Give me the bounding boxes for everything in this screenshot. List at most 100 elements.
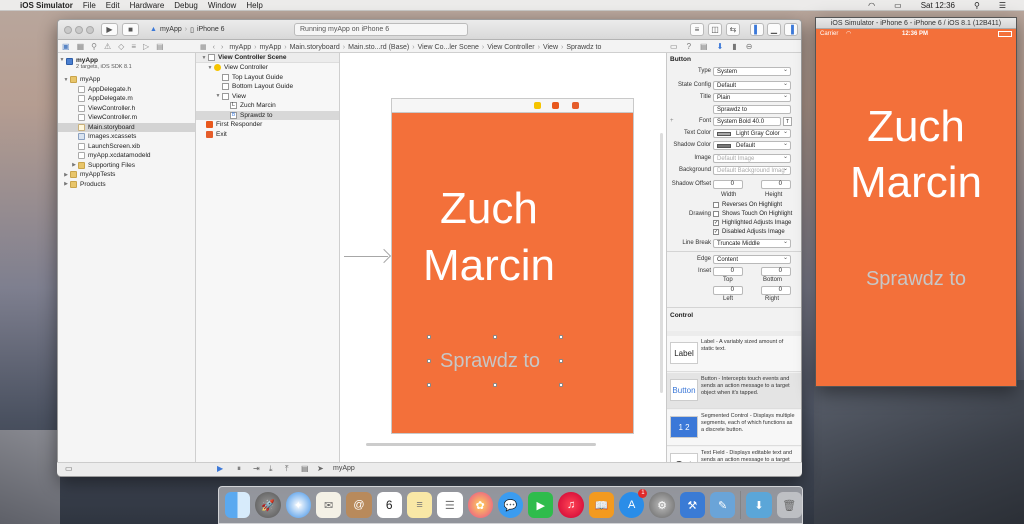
- resize-handle[interactable]: [493, 383, 497, 387]
- outline-bottom-guide[interactable]: Bottom Layout Guide: [196, 82, 339, 92]
- reminders-icon[interactable]: ☰: [437, 492, 463, 518]
- debug-toggle-icon[interactable]: ▁: [767, 23, 781, 36]
- type-select[interactable]: System: [713, 67, 791, 76]
- mail-icon[interactable]: ✉: [315, 492, 342, 518]
- run-button[interactable]: ▶: [101, 23, 118, 36]
- breadcrumb-item[interactable]: View Co...ler Scene: [418, 44, 479, 51]
- inset-right-field[interactable]: 0: [761, 286, 791, 295]
- outline-first-responder[interactable]: First Responder: [196, 120, 339, 130]
- instruments-icon[interactable]: ✎: [710, 492, 736, 518]
- text-color-select[interactable]: Light Gray Color: [713, 129, 791, 138]
- menu-clock[interactable]: Sat 12:36: [921, 1, 955, 10]
- font-field[interactable]: System Bold 40.0: [713, 117, 781, 126]
- first-responder-dock-icon[interactable]: [552, 102, 559, 109]
- appstore-icon[interactable]: A1: [619, 489, 648, 518]
- debug-navigator-icon[interactable]: ≡: [131, 42, 136, 51]
- wifi-icon[interactable]: ◠: [868, 1, 875, 10]
- navigator-item[interactable]: ▶ Supporting Files: [58, 161, 195, 171]
- image-select[interactable]: Default Image: [713, 154, 791, 163]
- facetime-icon[interactable]: ▶: [528, 492, 554, 518]
- navigator-item[interactable]: myApp.xcdatamodeld: [58, 151, 195, 161]
- font-picker-icon[interactable]: T: [783, 117, 792, 126]
- breadcrumb-item[interactable]: Sprawdz to: [566, 44, 601, 51]
- resize-handle[interactable]: [493, 335, 497, 339]
- menu-app-name[interactable]: iOS Simulator: [20, 1, 73, 10]
- zoom-window-button[interactable]: [86, 26, 94, 34]
- find-navigator-icon[interactable]: ⚲: [91, 42, 97, 51]
- menu-hardware[interactable]: Hardware: [130, 1, 165, 10]
- navigator-item[interactable]: LaunchScreen.xib: [58, 142, 195, 152]
- resize-handle[interactable]: [559, 383, 563, 387]
- shadow-width-field[interactable]: 0: [713, 180, 743, 189]
- view-controller-canvas[interactable]: Zuch Marcin Sprawdz to: [391, 112, 634, 434]
- canvas-button[interactable]: Sprawdz to: [440, 350, 540, 373]
- view-hierarchy-icon[interactable]: ▤: [301, 464, 309, 473]
- resize-handle[interactable]: [559, 335, 563, 339]
- project-navigator-icon[interactable]: ▣: [62, 42, 70, 51]
- title-text-field[interactable]: Sprawdz to: [713, 105, 791, 114]
- finder-icon[interactable]: [225, 492, 251, 518]
- disclosure-triangle-icon[interactable]: ▼: [200, 55, 208, 61]
- project-root[interactable]: ▼ myApp 2 targets, iOS SDK 8.1: [58, 57, 195, 75]
- storyboard-canvas[interactable]: Zuch Marcin Sprawdz to: [340, 53, 666, 465]
- battery-icon[interactable]: ▭: [894, 1, 902, 10]
- reverses-checkbox[interactable]: Reverses On Highlight: [713, 202, 782, 208]
- canvas-label-line2[interactable]: Marcin: [423, 244, 555, 288]
- view-controller-dock-icon[interactable]: [534, 102, 541, 109]
- forward-icon[interactable]: ›: [221, 44, 223, 51]
- breadcrumb-item[interactable]: Main.sto...rd (Base): [348, 44, 409, 51]
- outline-button-item[interactable]: B Sprawdz to: [196, 110, 339, 120]
- title-type-select[interactable]: Plain: [713, 93, 791, 102]
- resize-handle[interactable]: [427, 383, 431, 387]
- menu-edit[interactable]: Edit: [106, 1, 120, 10]
- step-over-icon[interactable]: ⇥: [253, 464, 260, 473]
- resize-handle[interactable]: [427, 359, 431, 363]
- breadcrumb-item[interactable]: myApp: [229, 44, 251, 51]
- scheme-selector[interactable]: ▲ myApp › ▯ iPhone 6: [150, 23, 225, 36]
- breadcrumb-item[interactable]: myApp: [259, 44, 281, 51]
- identity-inspector-icon[interactable]: ▤: [700, 42, 708, 51]
- navigator-item[interactable]: ▶ myAppTests: [58, 170, 195, 180]
- standard-editor-icon[interactable]: ≡: [690, 23, 704, 36]
- xcode-icon[interactable]: ⚒: [679, 492, 705, 518]
- breadcrumb-item[interactable]: Main.storyboard: [290, 44, 340, 51]
- menu-file[interactable]: File: [83, 1, 96, 10]
- step-out-icon[interactable]: ⤒: [285, 464, 289, 474]
- back-icon[interactable]: ‹: [213, 44, 215, 51]
- stop-button[interactable]: ■: [122, 23, 139, 36]
- disabled-adjusts-checkbox[interactable]: ✓ Disabled Adjusts Image: [713, 229, 785, 235]
- disclosure-triangle-icon[interactable]: ▼: [206, 65, 214, 71]
- calendar-icon[interactable]: 6: [376, 492, 402, 518]
- menu-window[interactable]: Window: [208, 1, 236, 10]
- outline-top-guide[interactable]: Top Layout Guide: [196, 73, 339, 83]
- outline-exit[interactable]: Exit: [196, 130, 339, 140]
- size-inspector-icon[interactable]: ▮: [732, 42, 736, 51]
- navigator-item[interactable]: Images.xcassets: [58, 132, 195, 142]
- minimize-window-button[interactable]: [75, 26, 83, 34]
- close-window-button[interactable]: [64, 26, 72, 34]
- quick-help-icon[interactable]: ?: [687, 42, 691, 51]
- navigator-item[interactable]: ▼ myApp: [58, 75, 195, 85]
- utilities-toggle-icon[interactable]: ▐: [784, 23, 798, 36]
- vertical-scrollbar[interactable]: [660, 133, 663, 393]
- downloads-icon[interactable]: ⬇: [746, 492, 772, 518]
- disclosure-triangle-icon[interactable]: ▼: [62, 77, 70, 83]
- menu-debug[interactable]: Debug: [174, 1, 198, 10]
- notes-icon[interactable]: ≡: [406, 492, 433, 518]
- connections-inspector-icon[interactable]: ⊖: [746, 42, 753, 51]
- state-config-select[interactable]: Default: [713, 81, 791, 90]
- outline-view-controller[interactable]: ▼ View Controller: [196, 63, 339, 73]
- shadow-height-field[interactable]: 0: [761, 180, 791, 189]
- breakpoint-navigator-icon[interactable]: ▷: [143, 42, 149, 51]
- navigator-item[interactable]: AppDelegate.m: [58, 94, 195, 104]
- contacts-icon[interactable]: @: [346, 492, 372, 518]
- report-navigator-icon[interactable]: ▤: [156, 42, 164, 51]
- scene-header[interactable]: ▼ View Controller Scene: [196, 53, 339, 63]
- safari-icon[interactable]: ✦: [285, 492, 311, 518]
- navigator-toggle-icon[interactable]: ▌: [750, 23, 764, 36]
- symbol-navigator-icon[interactable]: ▦: [77, 42, 85, 51]
- background-select[interactable]: Default Background Imag: [713, 166, 791, 175]
- notification-center-icon[interactable]: ☰: [999, 1, 1006, 10]
- disclosure-triangle-icon[interactable]: ▶: [62, 172, 70, 178]
- library-item[interactable]: Label Label - A variably sized amount of …: [667, 336, 801, 372]
